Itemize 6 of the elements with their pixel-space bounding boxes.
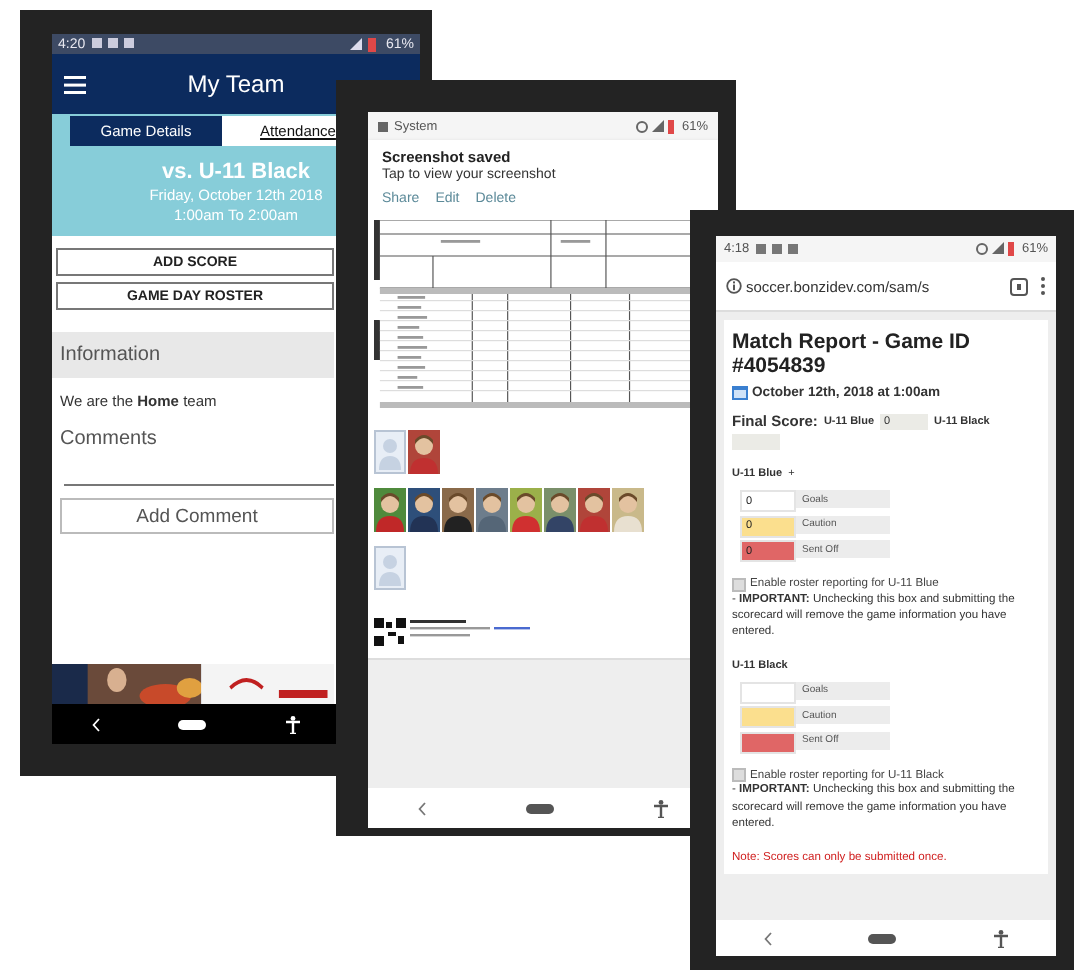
section-title: Comments	[58, 426, 159, 454]
section-title: Information	[60, 344, 161, 366]
opponent-title: vs. U-11 Black	[162, 159, 310, 183]
report-title: Match Report - Game ID #4054839	[732, 330, 973, 379]
screen-title: My Team	[187, 70, 285, 98]
add-comment-button[interactable]: Add Comment	[60, 498, 334, 534]
